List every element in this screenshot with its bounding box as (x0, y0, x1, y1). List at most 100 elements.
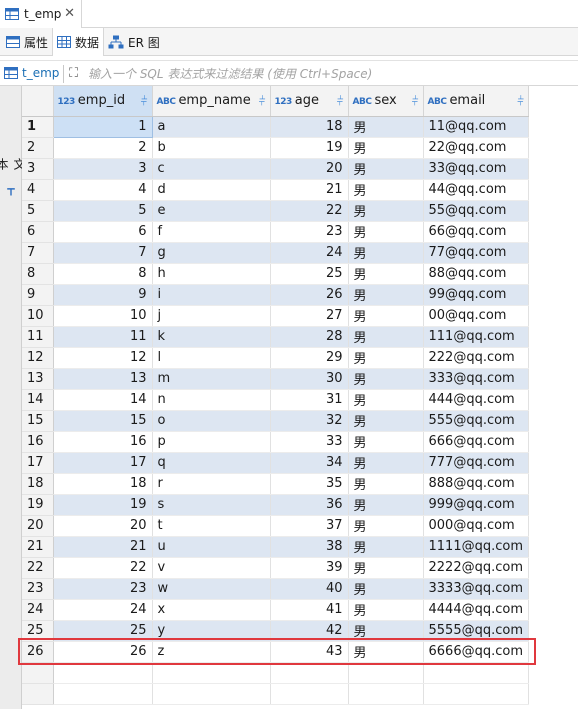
cell-emp-name[interactable]: s (152, 494, 271, 516)
cell-sex[interactable]: 男 (348, 494, 424, 516)
table-row[interactable]: 21 21 u 38 男 1111@qq.com (22, 536, 529, 558)
cell-emp-id[interactable]: 1 (52, 115, 153, 138)
cell-sex[interactable]: 男 (348, 242, 424, 264)
table-row[interactable]: 9 9 i 26 男 99@qq.com (22, 284, 529, 306)
cell-email[interactable]: 11@qq.com (423, 116, 529, 138)
cell-emp-id[interactable]: 6 (53, 221, 153, 243)
cell-age[interactable]: 41 (270, 599, 349, 621)
cell-email[interactable]: 3333@qq.com (423, 578, 529, 600)
cell-sex[interactable]: 男 (348, 326, 424, 348)
cell-sex[interactable]: 男 (348, 536, 424, 558)
cell-sex[interactable]: 男 (348, 284, 424, 306)
cell-email[interactable]: 55@qq.com (423, 200, 529, 222)
tab-er-diagram[interactable]: ER 图 (104, 28, 164, 56)
cell-sex[interactable]: 男 (348, 137, 424, 159)
cell-age[interactable]: 22 (270, 200, 349, 222)
cell-emp-id[interactable]: 10 (53, 305, 153, 327)
cell-email[interactable]: 444@qq.com (423, 389, 529, 411)
cell-emp-id[interactable]: 21 (53, 536, 153, 558)
table-row[interactable]: 5 5 e 22 男 55@qq.com (22, 200, 529, 222)
cell-sex[interactable]: 男 (348, 599, 424, 621)
table-row[interactable]: 18 18 r 35 男 888@qq.com (22, 473, 529, 495)
column-header-email[interactable]: ABC email ⫩ (423, 86, 529, 117)
cell-emp-id[interactable]: 19 (53, 494, 153, 516)
cell-age[interactable]: 38 (270, 536, 349, 558)
cell-email[interactable]: 99@qq.com (423, 284, 529, 306)
table-row[interactable]: 4 4 d 21 男 44@qq.com (22, 179, 529, 201)
cell-emp-id[interactable]: 17 (53, 452, 153, 474)
cell-email[interactable]: 5555@qq.com (423, 620, 529, 642)
filter-icon[interactable]: ⫩ (517, 94, 524, 109)
cell-sex[interactable]: 男 (348, 263, 424, 285)
cell-emp-name[interactable]: a (152, 116, 271, 138)
cell-age[interactable]: 33 (270, 431, 349, 453)
cell-email[interactable]: 777@qq.com (423, 452, 529, 474)
cell-emp-id[interactable]: 2 (53, 137, 153, 159)
cell-emp-id[interactable]: 16 (53, 431, 153, 453)
text-view-toggle[interactable]: 文本 (0, 154, 26, 196)
cell-email[interactable]: 2222@qq.com (423, 557, 529, 579)
cell-sex[interactable]: 男 (348, 431, 424, 453)
cell-email[interactable]: 77@qq.com (423, 242, 529, 264)
table-row[interactable]: 24 24 x 41 男 4444@qq.com (22, 599, 529, 621)
cell-email[interactable]: 66@qq.com (423, 221, 529, 243)
cell-emp-id[interactable]: 4 (53, 179, 153, 201)
cell-emp-name[interactable]: v (152, 557, 271, 579)
cell-emp-name[interactable]: m (152, 368, 271, 390)
cell-emp-id[interactable]: 11 (53, 326, 153, 348)
cell-sex[interactable]: 男 (348, 305, 424, 327)
cell-age[interactable]: 27 (270, 305, 349, 327)
cell-sex[interactable]: 男 (348, 557, 424, 579)
cell-age[interactable]: 20 (270, 158, 349, 180)
table-row[interactable]: 20 20 t 37 男 000@qq.com (22, 515, 529, 537)
filter-icon[interactable]: ⫩ (259, 94, 266, 109)
cell-age[interactable]: 25 (270, 263, 349, 285)
cell-email[interactable]: 222@qq.com (423, 347, 529, 369)
table-row[interactable]: 16 16 p 33 男 666@qq.com (22, 431, 529, 453)
expand-icon[interactable]: ⛶ (69, 66, 78, 81)
editor-tab-t-emp[interactable]: t_emp ✕ (0, 0, 82, 28)
cell-age[interactable]: 34 (270, 452, 349, 474)
cell-emp-name[interactable]: w (152, 578, 271, 600)
cell-sex[interactable]: 男 (348, 347, 424, 369)
cell-age[interactable]: 30 (270, 368, 349, 390)
cell-emp-name[interactable]: b (152, 137, 271, 159)
cell-emp-name[interactable]: f (152, 221, 271, 243)
cell-email[interactable]: 333@qq.com (423, 368, 529, 390)
table-row[interactable]: 13 13 m 30 男 333@qq.com (22, 368, 529, 390)
cell-email[interactable]: 555@qq.com (423, 410, 529, 432)
cell-age[interactable]: 31 (270, 389, 349, 411)
cell-age[interactable]: 24 (270, 242, 349, 264)
tab-properties[interactable]: 属性 (2, 28, 52, 56)
cell-sex[interactable]: 男 (348, 158, 424, 180)
cell-email[interactable]: 44@qq.com (423, 179, 529, 201)
table-row[interactable]: 3 3 c 20 男 33@qq.com (22, 158, 529, 180)
cell-email[interactable]: 33@qq.com (423, 158, 529, 180)
cell-age[interactable]: 21 (270, 179, 349, 201)
cell-emp-name[interactable]: q (152, 452, 271, 474)
cell-emp-name[interactable]: c (152, 158, 271, 180)
cell-emp-name[interactable]: y (152, 620, 271, 642)
cell-emp-id[interactable]: 5 (53, 200, 153, 222)
cell-sex[interactable]: 男 (348, 368, 424, 390)
cell-emp-id[interactable]: 23 (53, 578, 153, 600)
cell-emp-name[interactable]: p (152, 431, 271, 453)
cell-emp-id[interactable]: 13 (53, 368, 153, 390)
filter-icon[interactable]: ⫩ (337, 94, 344, 109)
cell-emp-name[interactable]: j (152, 305, 271, 327)
cell-age[interactable]: 43 (270, 641, 349, 663)
cell-email[interactable]: 6666@qq.com (423, 641, 529, 663)
cell-email[interactable]: 888@qq.com (423, 473, 529, 495)
cell-email[interactable]: 88@qq.com (423, 263, 529, 285)
cell-emp-name[interactable]: x (152, 599, 271, 621)
cell-age[interactable]: 39 (270, 557, 349, 579)
cell-age[interactable]: 19 (270, 137, 349, 159)
cell-age[interactable]: 40 (270, 578, 349, 600)
cell-emp-name[interactable]: l (152, 347, 271, 369)
table-row[interactable]: 19 19 s 36 男 999@qq.com (22, 494, 529, 516)
table-row[interactable]: 17 17 q 34 男 777@qq.com (22, 452, 529, 474)
cell-emp-name[interactable]: t (152, 515, 271, 537)
cell-age[interactable]: 26 (270, 284, 349, 306)
cell-age[interactable]: 36 (270, 494, 349, 516)
table-row[interactable]: 23 23 w 40 男 3333@qq.com (22, 578, 529, 600)
